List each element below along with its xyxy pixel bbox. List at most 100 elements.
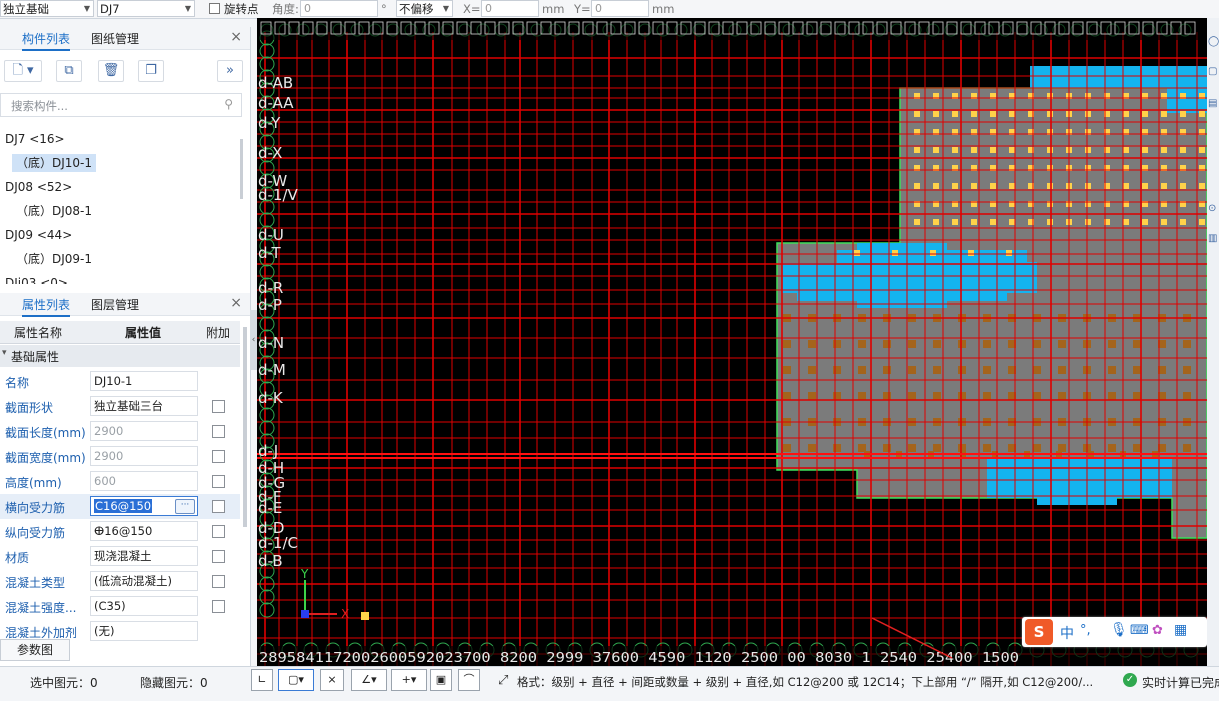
pile-marker xyxy=(1142,147,1148,153)
panel-collapse-handle[interactable]: ‹ xyxy=(250,310,257,370)
property-value-field[interactable]: 2900 xyxy=(90,446,198,466)
property-row[interactable]: 混凝土类型 (低流动混凝土) xyxy=(0,569,240,594)
attach-checkbox[interactable] xyxy=(212,425,225,438)
add-point-button[interactable]: +▾ xyxy=(391,669,427,691)
attach-checkbox[interactable] xyxy=(212,400,225,413)
duplicate-button[interactable]: ❐ xyxy=(138,60,164,82)
property-scrollbar[interactable] xyxy=(243,327,247,527)
tab-layer-management[interactable]: 图层管理 xyxy=(91,296,139,313)
component-search[interactable]: 搜索构件... ⚲ xyxy=(0,93,242,117)
property-row[interactable]: 截面形状 独立基础三台 xyxy=(0,394,240,419)
cross-button[interactable]: ⨯ xyxy=(320,669,344,691)
tree-item-selected[interactable]: （底）DJ10-1 xyxy=(12,154,97,172)
delete-button[interactable]: 🗑 xyxy=(98,60,124,82)
keyboard-icon[interactable]: ⌨ xyxy=(1130,623,1149,638)
ellipsis-icon[interactable]: ··· xyxy=(175,499,195,514)
property-value-field[interactable]: ⴲ16@150 xyxy=(90,521,198,541)
tab-component-list[interactable]: 构件列表 xyxy=(22,30,71,51)
angle-input[interactable]: 0 xyxy=(300,0,378,17)
attach-checkbox[interactable] xyxy=(212,525,225,538)
pile-marker xyxy=(1085,183,1091,189)
property-value-field[interactable]: (低流动混凝土) xyxy=(90,571,198,591)
property-group-row[interactable]: ▾ 基础属性 xyxy=(0,345,240,367)
new-component-button[interactable]: 🗋 ▾ xyxy=(4,60,42,82)
close-icon[interactable]: × xyxy=(230,295,242,311)
tree-group[interactable]: DJ08 <52> xyxy=(5,178,72,196)
pile-marker xyxy=(1180,147,1186,153)
copy-button[interactable]: ⧉ xyxy=(56,60,82,82)
pile-marker xyxy=(1123,147,1129,153)
x-offset-input[interactable]: 0 xyxy=(481,0,539,17)
pile-marker xyxy=(952,111,958,117)
search-placeholder: 搜索构件... xyxy=(11,99,68,113)
property-value: 2900 xyxy=(94,449,124,463)
tree-group[interactable]: DJi03 <0> xyxy=(5,274,68,284)
attach-checkbox[interactable] xyxy=(212,450,225,463)
attach-checkbox[interactable] xyxy=(212,475,225,488)
axis-label: d-M xyxy=(258,361,286,379)
pile-marker xyxy=(1180,111,1186,117)
ime-lang[interactable]: 中 xyxy=(1060,623,1074,643)
property-row[interactable]: 截面宽度(mm) 2900 xyxy=(0,444,240,469)
copy-icon: ⧉ xyxy=(64,63,74,78)
property-row[interactable]: 名称 DJ10-1 xyxy=(0,369,240,394)
property-value-field[interactable]: 2900 xyxy=(90,421,198,441)
component-select[interactable]: DJ7 ▼ xyxy=(97,0,195,17)
pile-cap xyxy=(1108,392,1116,400)
ime-punct[interactable]: °, xyxy=(1080,623,1091,638)
display-button[interactable]: ▣ xyxy=(430,669,452,691)
tree-item[interactable]: （底）DJ08-1 xyxy=(16,202,92,220)
tab-property-list[interactable]: 属性列表 xyxy=(22,296,71,317)
property-value: 600 xyxy=(94,474,116,488)
microphone-icon[interactable]: 🎙 xyxy=(1110,622,1128,638)
toolbox-icon[interactable]: ▦ xyxy=(1174,622,1187,638)
ortho-button[interactable]: ∟ xyxy=(251,669,273,691)
category-select[interactable]: 独立基础 ▼ xyxy=(0,0,94,17)
property-row[interactable]: 截面长度(mm) 2900 xyxy=(0,419,240,444)
attach-checkbox[interactable] xyxy=(212,600,225,613)
pile-marker xyxy=(1180,219,1186,225)
close-icon[interactable]: × xyxy=(230,29,242,45)
tree-item[interactable]: （底）DJ09-1 xyxy=(16,250,92,268)
y-offset-input[interactable]: 0 xyxy=(591,0,649,17)
property-row[interactable]: 高度(mm) 600 xyxy=(0,469,240,494)
property-row[interactable]: 材质 现浇混凝土 xyxy=(0,544,240,569)
property-value-field[interactable]: DJ10-1 xyxy=(90,371,198,391)
rotate-point-checkbox[interactable] xyxy=(209,3,220,14)
property-value-field[interactable]: (C35) xyxy=(90,596,198,616)
property-row[interactable]: 混凝土强度... (C35) xyxy=(0,594,240,619)
drawing-canvas[interactable]: d-AB d-AA d-Y d-X d-W d-1/V d-U d-T d-R d-P d-N d-M… xyxy=(257,18,1207,666)
ime-toolbar[interactable]: S 中 °, 🎙 ⌨ ✿ ▦ xyxy=(1022,617,1207,647)
curve-button[interactable]: ⌒ xyxy=(458,669,480,691)
param-diagram-button[interactable]: 参数图 xyxy=(0,639,70,661)
axis-label: d-1/C xyxy=(258,534,298,552)
attach-checkbox[interactable] xyxy=(212,550,225,563)
angle-value: 0 xyxy=(304,2,311,15)
tab-drawing-management[interactable]: 图纸管理 xyxy=(91,30,139,47)
property-value-field[interactable]: 现浇混凝土 xyxy=(90,546,198,566)
snap-shape-button[interactable]: ▢▾ xyxy=(278,669,314,691)
cad-drawing[interactable]: d-ABd-AAd-Yd-Xd-Wd-1/Vd-Ud-Td-Rd-Pd-Nd-M… xyxy=(257,18,1207,666)
offset-mode-select[interactable]: 不偏移 ▼ xyxy=(396,0,453,17)
property-value-field[interactable]: 独立基础三台 xyxy=(90,396,198,416)
angle-tool-button[interactable]: ∠▾ xyxy=(351,669,387,691)
pile-marker xyxy=(1142,183,1148,189)
tool-icon-3[interactable]: ▤ xyxy=(1208,98,1217,109)
property-row[interactable]: 横向受力筋 C16@150 ··· xyxy=(0,494,240,519)
more-button[interactable]: » xyxy=(217,60,243,82)
tree-group[interactable]: DJ7 <16> xyxy=(5,130,65,148)
property-value-field[interactable]: (无) xyxy=(90,621,198,641)
tool-icon-2[interactable]: ▢ xyxy=(1208,66,1217,77)
pile-cap xyxy=(1133,366,1141,374)
skin-icon[interactable]: ✿ xyxy=(1152,623,1163,638)
tool-icon-1[interactable]: ◯ xyxy=(1208,36,1219,47)
attach-checkbox[interactable] xyxy=(212,500,225,513)
tool-icon-5[interactable]: ▥ xyxy=(1208,233,1217,244)
tree-scrollbar[interactable] xyxy=(240,139,243,199)
property-value-field[interactable]: 600 xyxy=(90,471,198,491)
tool-icon-4[interactable]: ⊙ xyxy=(1208,203,1216,214)
property-value-field[interactable]: C16@150 ··· xyxy=(90,496,198,516)
attach-checkbox[interactable] xyxy=(212,575,225,588)
tree-group[interactable]: DJ09 <44> xyxy=(5,226,72,244)
property-row[interactable]: 纵向受力筋 ⴲ16@150 xyxy=(0,519,240,544)
